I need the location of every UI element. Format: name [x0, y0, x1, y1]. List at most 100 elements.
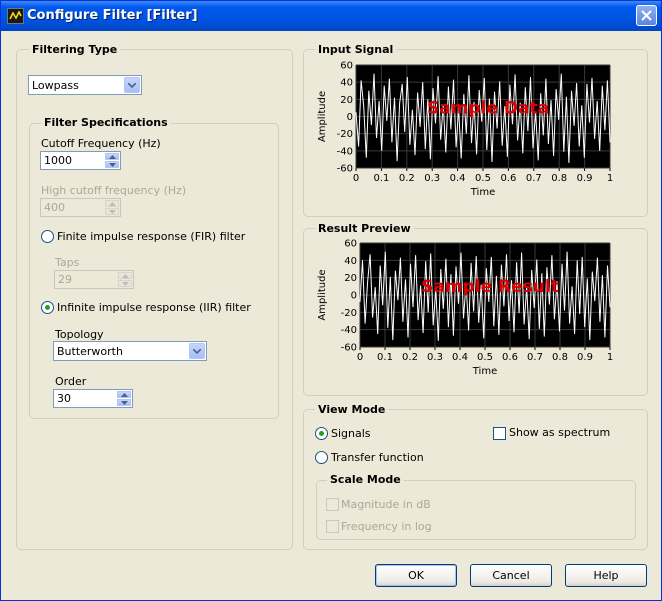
iir-filter-radio[interactable]	[41, 301, 54, 314]
x-axis-label: Time	[470, 187, 495, 198]
filter-specifications-title: Filter Specifications	[41, 116, 171, 129]
x-tick-label: 0.8	[551, 173, 567, 184]
spin-up-button[interactable]	[105, 153, 119, 160]
arrow-down-icon	[121, 401, 128, 405]
topology-select[interactable]: Butterworth	[53, 341, 207, 361]
y-tick-label: -40	[337, 146, 353, 157]
cutoff-frequency-value: 1000	[44, 154, 72, 167]
x-tick-label: 0.9	[577, 352, 593, 363]
cutoff-frequency-input[interactable]: 1000	[40, 151, 121, 170]
spin-down-button[interactable]	[105, 161, 119, 168]
y-tick-label: 60	[340, 61, 353, 72]
ok-button[interactable]: OK	[375, 564, 457, 587]
result-preview-chart: 0 0.1 0.2 0.3 0.4 0.5 0.6 0.7 0.8 0.9 1 60 40 20 0 -20 -…	[317, 239, 613, 378]
chevron-down-icon	[193, 349, 201, 354]
high-cutoff-input: 400	[40, 198, 121, 217]
magnitude-db-checkbox	[326, 498, 339, 511]
frequency-log-checkbox	[326, 520, 339, 533]
signals-radio[interactable]	[315, 427, 328, 440]
y-tick-label: 60	[344, 239, 357, 250]
dropdown-arrow-button[interactable]	[124, 77, 140, 93]
order-label: Order	[55, 375, 87, 388]
help-button[interactable]: Help	[565, 564, 647, 587]
y-tick-label: -60	[337, 164, 353, 175]
taps-label: Taps	[55, 256, 80, 269]
magnitude-db-label: Magnitude in dB	[341, 498, 431, 511]
transfer-function-label[interactable]: Transfer function	[331, 451, 424, 464]
chart-watermark: Sample Result	[421, 277, 559, 297]
y-tick-label: -20	[341, 308, 357, 319]
transfer-function-radio[interactable]	[315, 451, 328, 464]
close-button[interactable]	[636, 5, 657, 26]
topology-label: Topology	[55, 328, 104, 341]
chevron-down-icon	[128, 83, 136, 88]
x-tick-label: 1	[607, 352, 613, 363]
show-as-spectrum-label[interactable]: Show as spectrum	[509, 426, 610, 439]
high-cutoff-value: 400	[44, 201, 65, 214]
dropdown-arrow-button[interactable]	[189, 343, 205, 359]
y-tick-label: 20	[340, 95, 353, 106]
cancel-button[interactable]: Cancel	[470, 564, 552, 587]
fir-filter-radio[interactable]	[41, 230, 54, 243]
y-tick-label: -40	[341, 325, 357, 336]
filtering-type-value: Lowpass	[32, 79, 79, 92]
spin-up-button	[105, 200, 119, 207]
view-mode-title: View Mode	[315, 403, 389, 416]
close-icon	[641, 10, 652, 21]
fir-filter-label[interactable]: Finite impulse response (FIR) filter	[57, 230, 245, 243]
arrow-up-icon	[121, 393, 128, 397]
show-as-spectrum-checkbox[interactable]	[493, 427, 506, 440]
topology-value: Butterworth	[57, 345, 123, 358]
y-tick-label: 40	[340, 78, 353, 89]
y-axis-label: Amplitude	[317, 269, 328, 320]
x-tick-label: 0.4	[452, 352, 468, 363]
order-input[interactable]: 30	[53, 389, 133, 408]
spin-up-button[interactable]	[117, 391, 131, 398]
y-axis-label: Amplitude	[317, 91, 328, 142]
x-tick-label: 0	[353, 173, 359, 184]
filtering-type-title: Filtering Type	[29, 43, 121, 56]
filtering-type-select[interactable]: Lowpass	[28, 75, 142, 95]
y-tick-label: 40	[344, 256, 357, 267]
x-tick-label: 0.2	[402, 352, 418, 363]
chart-watermark: Sample Data	[427, 98, 549, 118]
x-tick-label: 0.3	[424, 173, 440, 184]
arrow-up-icon	[109, 155, 116, 159]
x-tick-label: 0.5	[477, 352, 493, 363]
arrow-down-icon	[109, 210, 116, 214]
x-tick-label: 0.1	[377, 352, 393, 363]
configure-filter-dialog: Configure Filter [Filter] Filtering Type…	[0, 0, 662, 601]
iir-filter-label[interactable]: Infinite impulse response (IIR) filter	[57, 301, 251, 314]
arrow-up-icon	[109, 202, 116, 206]
window-title: Configure Filter [Filter]	[27, 8, 198, 23]
x-tick-label: 0.5	[475, 173, 491, 184]
taps-input: 29	[54, 270, 134, 289]
x-tick-label: 0.3	[427, 352, 443, 363]
x-tick-label: 0.7	[526, 173, 542, 184]
y-tick-label: 0	[351, 291, 357, 302]
input-signal-title: Input Signal	[315, 43, 397, 56]
spin-down-button	[118, 280, 132, 287]
order-value: 30	[57, 392, 71, 405]
cutoff-frequency-label: Cutoff Frequency (Hz)	[41, 137, 161, 150]
arrow-down-icon	[109, 163, 116, 167]
x-tick-label: 0.7	[527, 352, 543, 363]
x-tick-label: 0.8	[552, 352, 568, 363]
x-tick-label: 1	[607, 173, 613, 184]
x-tick-label: 0.9	[577, 173, 593, 184]
title-bar[interactable]: Configure Filter [Filter]	[1, 1, 661, 31]
spin-down-button[interactable]	[117, 399, 131, 406]
arrow-down-icon	[122, 282, 129, 286]
result-preview-title: Result Preview	[315, 222, 414, 235]
arrow-up-icon	[122, 274, 129, 278]
taps-value: 29	[58, 273, 72, 286]
x-axis-label: Time	[472, 366, 497, 377]
x-tick-label: 0.1	[373, 173, 389, 184]
x-tick-label: 0	[357, 352, 363, 363]
x-tick-label: 0.2	[399, 173, 415, 184]
signals-label[interactable]: Signals	[331, 427, 371, 440]
input-signal-chart: 0 0.1 0.2 0.3 0.4 0.5 0.6 0.7 0.8 0.9 1 60 40 20 0 -20 -…	[317, 61, 613, 199]
x-tick-label: 0.6	[502, 352, 518, 363]
spin-down-button	[105, 208, 119, 215]
y-tick-label: -20	[337, 129, 353, 140]
